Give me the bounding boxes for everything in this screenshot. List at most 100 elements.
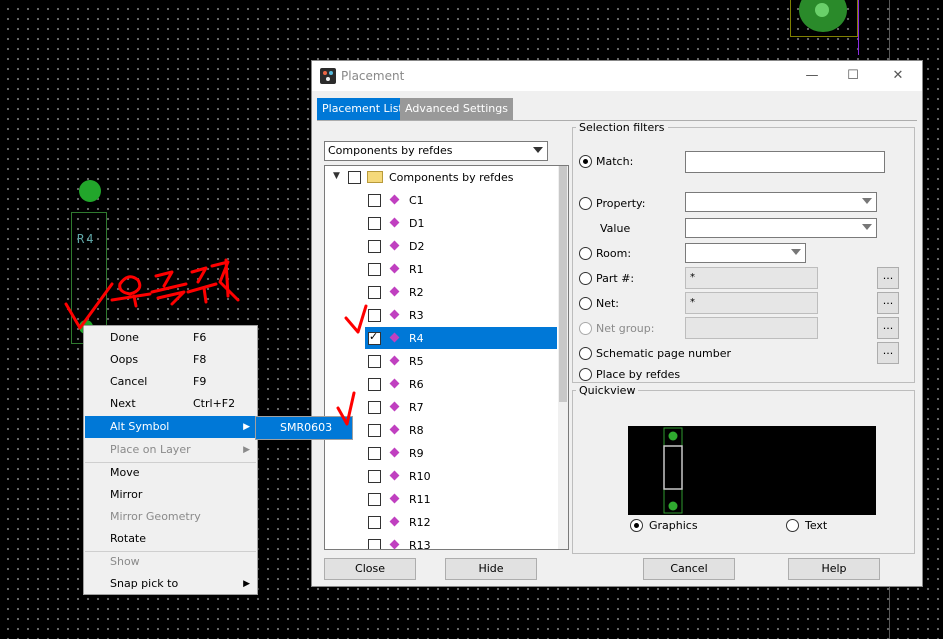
component-checkbox[interactable] xyxy=(368,401,381,414)
tree-root-checkbox[interactable] xyxy=(348,171,361,184)
component-label: R6 xyxy=(409,378,424,391)
graphics-label: Graphics xyxy=(649,519,698,532)
tree-item-r6[interactable]: R6 xyxy=(325,373,557,395)
menu-item-label: Mirror xyxy=(110,488,143,501)
menu-item-move[interactable]: Move xyxy=(85,462,256,484)
menu-item-cancel[interactable]: Cancel F9 xyxy=(85,371,256,393)
component-checkbox[interactable] xyxy=(368,447,381,460)
component-icon xyxy=(389,309,400,320)
component-checkbox[interactable] xyxy=(368,194,381,207)
trace-line xyxy=(858,0,859,55)
component-checkbox[interactable] xyxy=(368,378,381,391)
match-radio[interactable] xyxy=(579,155,592,168)
cancel-button[interactable]: Cancel xyxy=(643,558,735,580)
scrollbar-thumb[interactable] xyxy=(559,166,567,402)
tree-scrollbar[interactable] xyxy=(558,166,568,549)
part-input[interactable]: * xyxy=(685,267,818,289)
tree-item-r9[interactable]: R9 xyxy=(325,442,557,464)
net-group-browse-button[interactable]: ... xyxy=(877,317,899,339)
maximize-icon[interactable]: ☐ xyxy=(843,67,863,85)
value-dropdown[interactable] xyxy=(685,218,877,238)
close-icon[interactable]: ✕ xyxy=(888,67,908,85)
net-group-radio[interactable] xyxy=(579,322,592,335)
tree-item-r13[interactable]: R13 xyxy=(325,534,557,549)
schematic-page-browse-button[interactable]: ... xyxy=(877,342,899,364)
net-browse-button[interactable]: ... xyxy=(877,292,899,314)
component-checkbox[interactable] xyxy=(368,286,381,299)
hide-button[interactable]: Hide xyxy=(445,558,537,580)
property-dropdown[interactable] xyxy=(685,192,877,212)
component-tree[interactable]: ▼ Components by refdes C1 D1 D2 R1 R2 R3 R4 R5 R… xyxy=(324,165,569,550)
menu-item-oops[interactable]: Oops F8 xyxy=(85,349,256,371)
room-radio[interactable] xyxy=(579,247,592,260)
graphics-radio[interactable] xyxy=(630,519,643,532)
chevron-down-icon xyxy=(791,249,801,255)
net-radio[interactable] xyxy=(579,297,592,310)
component-checkbox[interactable] xyxy=(368,424,381,437)
tree-item-r11[interactable]: R11 xyxy=(325,488,557,510)
menu-item-snap-pick-to[interactable]: Snap pick to ▶ xyxy=(85,573,256,595)
place-by-refdes-label: Place by refdes xyxy=(596,368,681,381)
list-filter-value: Components by refdes xyxy=(328,144,453,157)
component-checkbox[interactable] xyxy=(368,330,381,345)
place-by-refdes-radio[interactable] xyxy=(579,368,592,381)
menu-item-next[interactable]: Next Ctrl+F2 xyxy=(85,393,256,415)
component-label: R3 xyxy=(409,309,424,322)
component-checkbox[interactable] xyxy=(368,240,381,253)
tree-item-r5[interactable]: R5 xyxy=(325,350,557,372)
close-button[interactable]: Close xyxy=(324,558,416,580)
menu-item-mirror-geometry[interactable]: Mirror Geometry xyxy=(85,506,256,528)
component-refdes: R4 xyxy=(77,232,96,246)
dialog-titlebar[interactable]: Placement — ☐ ✕ xyxy=(312,61,922,91)
tree-item-r2[interactable]: R2 xyxy=(325,281,557,303)
net-group-input[interactable] xyxy=(685,317,818,339)
room-dropdown[interactable] xyxy=(685,243,806,263)
menu-item-show[interactable]: Show xyxy=(85,551,256,573)
tree-item-r10[interactable]: R10 xyxy=(325,465,557,487)
tree-item-c1[interactable]: C1 xyxy=(325,189,557,211)
tree-item-r1[interactable]: R1 xyxy=(325,258,557,280)
text-radio[interactable] xyxy=(786,519,799,532)
tree-item-d1[interactable]: D1 xyxy=(325,212,557,234)
match-label: Match: xyxy=(596,155,634,168)
menu-item-done[interactable]: Done F6 xyxy=(85,327,256,349)
menu-item-shortcut: Ctrl+F2 xyxy=(193,397,236,410)
collapse-triangle-icon[interactable]: ▼ xyxy=(333,171,340,181)
schematic-page-radio[interactable] xyxy=(579,347,592,360)
tree-item-r7[interactable]: R7 xyxy=(325,396,557,418)
help-button[interactable]: Help xyxy=(788,558,880,580)
part-browse-button[interactable]: ... xyxy=(877,267,899,289)
alt-symbol-submenu[interactable]: SMR0603 xyxy=(255,416,353,440)
component-checkbox[interactable] xyxy=(368,217,381,230)
schematic-page-label: Schematic page number xyxy=(596,347,732,360)
tree-root-row[interactable]: ▼ Components by refdes xyxy=(325,166,557,188)
menu-item-mirror[interactable]: Mirror xyxy=(85,484,256,506)
component-checkbox[interactable] xyxy=(368,309,381,322)
tree-item-d2[interactable]: D2 xyxy=(325,235,557,257)
net-input[interactable]: * xyxy=(685,292,818,314)
property-radio[interactable] xyxy=(579,197,592,210)
component-icon xyxy=(389,332,400,343)
component-checkbox[interactable] xyxy=(368,263,381,276)
menu-item-place-on-layer[interactable]: Place on Layer ▶ xyxy=(85,439,256,461)
component-checkbox[interactable] xyxy=(368,355,381,368)
tree-item-r8[interactable]: R8 xyxy=(325,419,557,441)
component-checkbox[interactable] xyxy=(368,470,381,483)
tab-advanced-settings[interactable]: Advanced Settings xyxy=(400,98,513,120)
component-checkbox[interactable] xyxy=(368,516,381,529)
tree-item-r12[interactable]: R12 xyxy=(325,511,557,533)
tab-placement-list[interactable]: Placement List xyxy=(317,98,408,120)
menu-item-alt-symbol[interactable]: Alt Symbol ▶ xyxy=(85,416,256,438)
tree-item-r4[interactable]: R4 xyxy=(365,327,557,349)
match-input[interactable] xyxy=(685,151,885,173)
component-pad-1[interactable] xyxy=(79,180,101,202)
component-checkbox[interactable] xyxy=(368,539,381,549)
list-filter-dropdown[interactable]: Components by refdes xyxy=(324,141,548,161)
menu-item-label: Cancel xyxy=(110,375,148,388)
component-checkbox[interactable] xyxy=(368,493,381,506)
handwritten-annotation xyxy=(110,275,152,308)
part-radio[interactable] xyxy=(579,272,592,285)
menu-item-rotate[interactable]: Rotate xyxy=(85,528,256,550)
tree-item-r3[interactable]: R3 xyxy=(325,304,557,326)
minimize-icon[interactable]: — xyxy=(802,67,822,85)
